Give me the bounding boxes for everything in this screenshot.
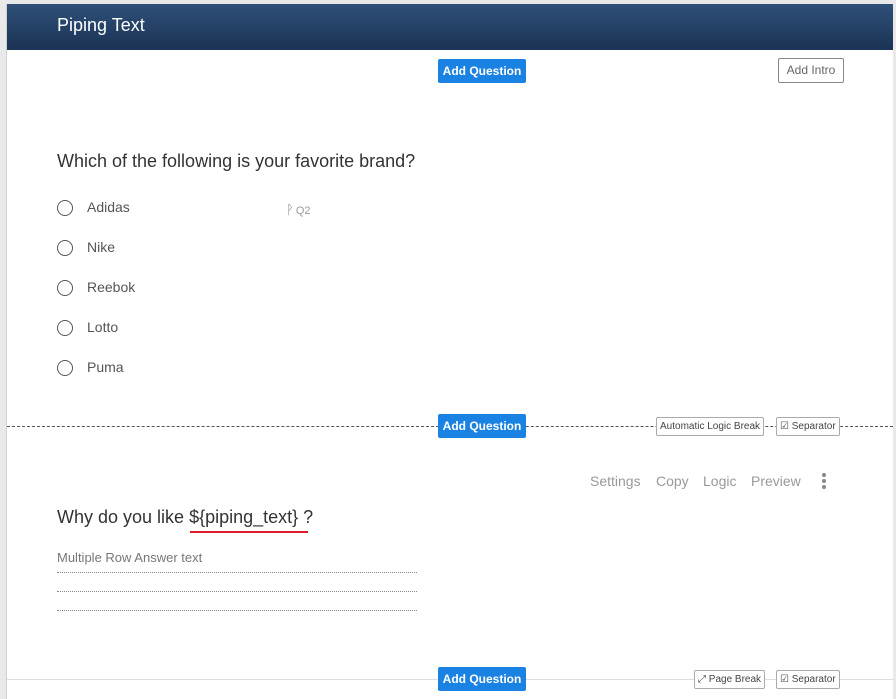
separator-button-middle[interactable]: ☑ Separator <box>776 417 840 436</box>
checkbox-icon: ☑ <box>780 421 789 432</box>
copy-link[interactable]: Copy <box>656 473 689 489</box>
answer-row-line <box>57 610 417 611</box>
add-intro-button[interactable]: Add Intro <box>778 58 844 83</box>
kebab-menu-icon[interactable] <box>821 473 827 491</box>
option-label: Puma <box>87 359 124 375</box>
question-number: Q2 <box>295 205 311 217</box>
add-question-button-middle[interactable]: Add Question <box>438 414 526 438</box>
answer-row-line <box>57 572 417 573</box>
answer-row-line <box>57 591 417 592</box>
radio-button[interactable] <box>57 280 73 296</box>
page-break-label: Page Break <box>708 674 762 685</box>
add-question-button-bottom[interactable]: Add Question <box>438 667 526 691</box>
question-title-text: Why do you like <box>57 507 190 527</box>
question-number-tag: ᚹ Q2 <box>286 202 311 217</box>
piping-token: ${piping_text} <box>189 507 299 527</box>
page-break-button[interactable]: ⤢ Page Break <box>694 670 766 689</box>
settings-link[interactable]: Settings <box>590 473 641 489</box>
piping-token-underline <box>190 531 308 533</box>
page-break-icon: ⤢ <box>698 674 706 685</box>
answer-placeholder: Multiple Row Answer text <box>57 550 203 565</box>
add-question-button-top[interactable]: Add Question <box>438 59 526 83</box>
checkbox-icon: ☑ <box>780 674 789 685</box>
question-2-title: Why do you like ${piping_text} ? <box>57 507 313 528</box>
radio-button[interactable] <box>57 240 73 256</box>
radio-button[interactable] <box>57 200 73 216</box>
separator-label: Separator <box>791 674 836 685</box>
option-label: Lotto <box>87 319 119 335</box>
option-label: Adidas <box>87 199 130 215</box>
option-label: Nike <box>87 239 116 255</box>
logic-link[interactable]: Logic <box>703 473 736 489</box>
separator-button-bottom[interactable]: ☑ Separator <box>776 670 840 689</box>
page-title: Piping Text <box>57 15 145 35</box>
radio-button[interactable] <box>57 320 73 336</box>
preview-link[interactable]: Preview <box>751 473 801 489</box>
survey-editor: Piping Text Add Question Add Intro Which… <box>6 4 893 699</box>
automatic-logic-break-button[interactable]: Automatic Logic Break <box>656 417 765 436</box>
question-title-suffix: ? <box>298 507 314 527</box>
branch-icon: ᚹ <box>286 202 294 217</box>
page-header: Piping Text <box>7 4 893 50</box>
question-1-title: Which of the following is your favorite … <box>57 151 416 171</box>
option-label: Reebok <box>87 279 136 295</box>
radio-button[interactable] <box>57 360 73 376</box>
separator-label: Separator <box>791 421 836 432</box>
